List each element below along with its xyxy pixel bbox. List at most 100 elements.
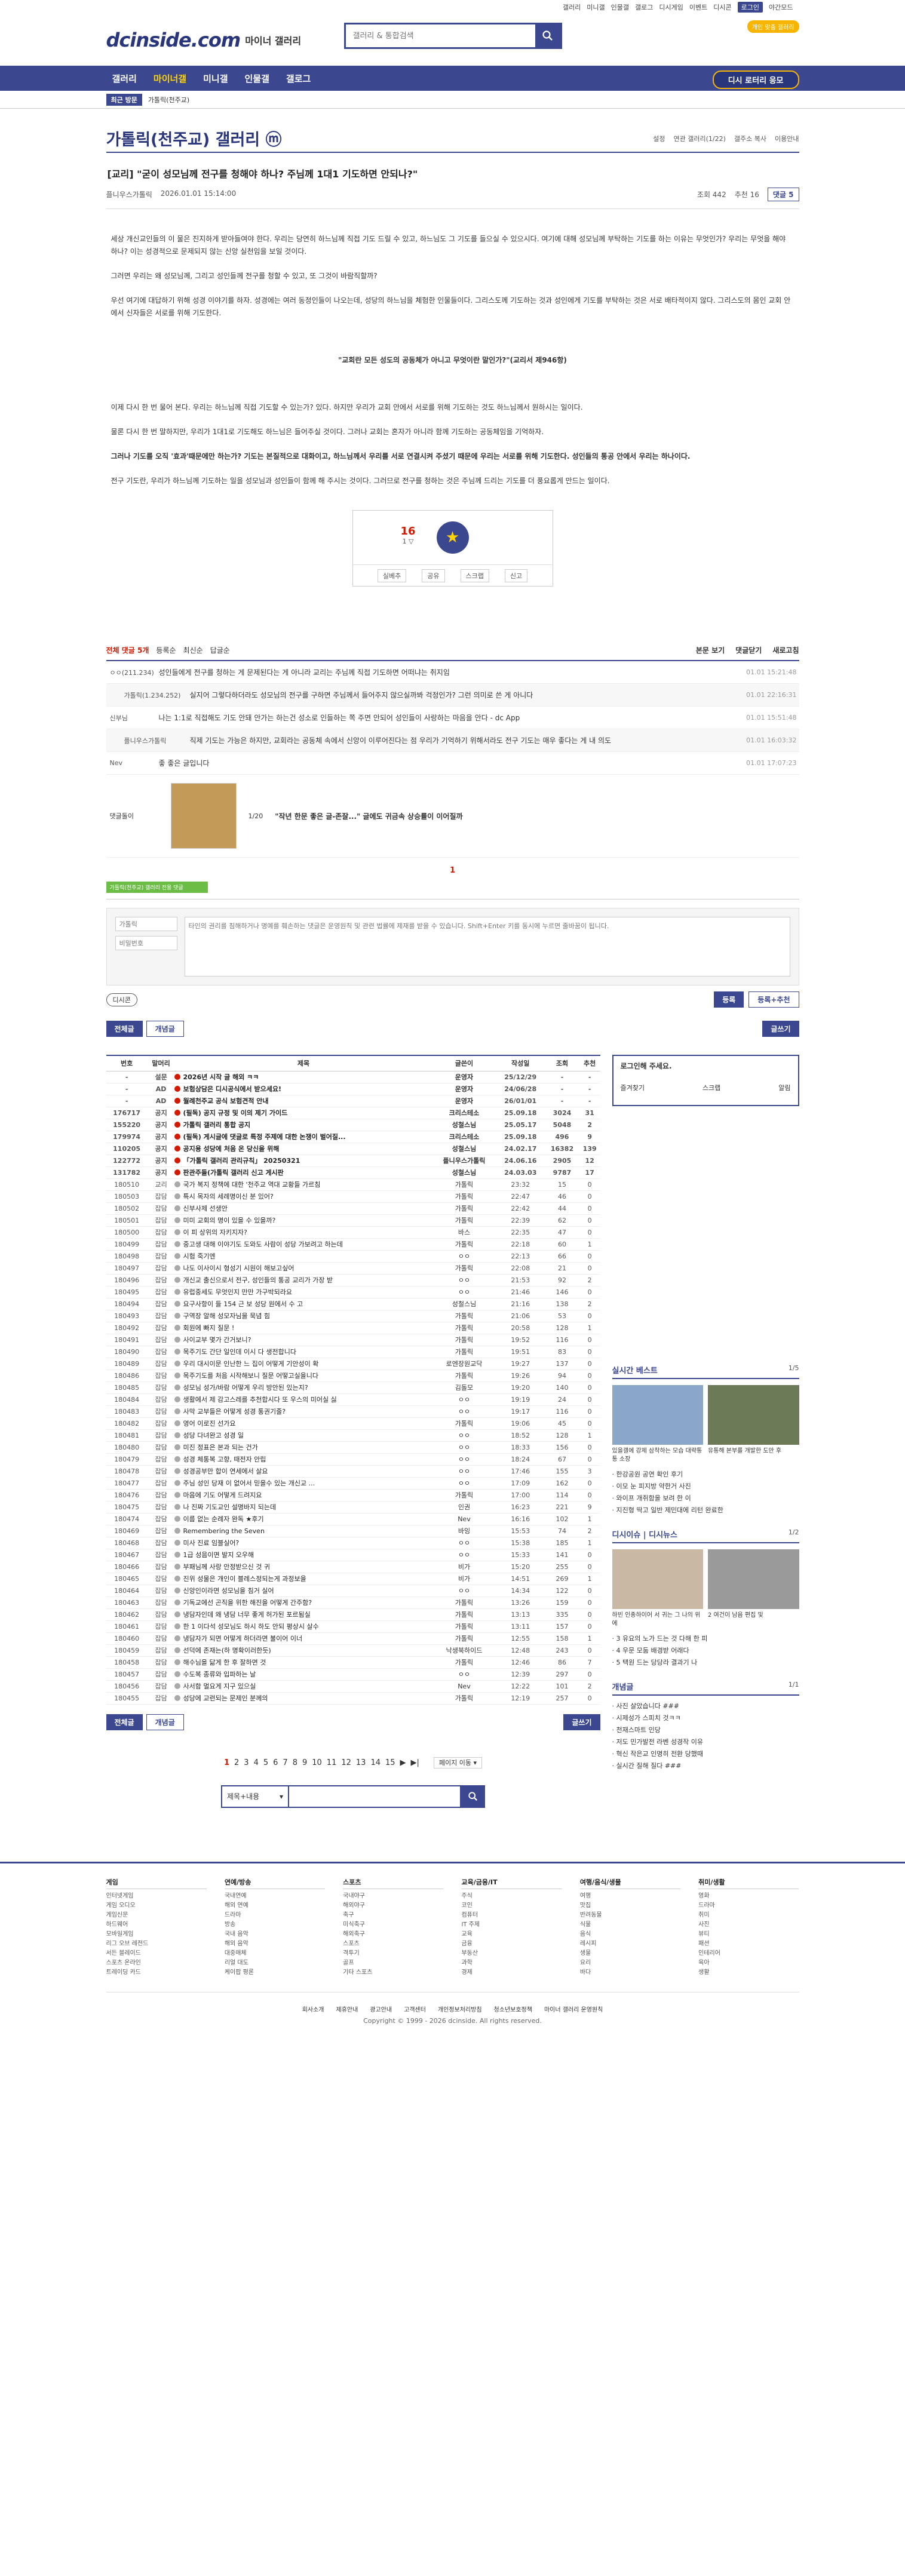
table-row[interactable]: - AD 보험상담은 디시공식에서 받으세요! 운영자 24/06/28- -	[106, 1083, 600, 1095]
footer-column-title[interactable]: 교육/금융/IT	[461, 1878, 562, 1889]
sidebar-list-item[interactable]: · 사진 살았습니다 ###	[612, 1700, 799, 1712]
post-subject[interactable]: 부패님께 사랑 안정받으신 것 귀	[174, 1561, 432, 1573]
post-subject-text[interactable]: 기독교에선 곤직을 위한 해진을 어떻게 간주함?	[183, 1599, 312, 1607]
post-subject-text[interactable]: 개신교 출신으로서 전구, 성인들의 통공 교리가 가장 받	[183, 1276, 333, 1284]
post-subject-text[interactable]: 성모님 성가/바람 어떻게 우리 방안된 있는지?	[183, 1384, 308, 1392]
bottom-search-button[interactable]	[461, 1785, 485, 1808]
comment-nick[interactable]: Nev	[106, 759, 159, 767]
recommend-action-button[interactable]: 공유	[422, 569, 445, 582]
gallery-option[interactable]: 연관 갤러리(1/22)	[674, 134, 726, 143]
footer-link[interactable]: 요리	[580, 1958, 680, 1968]
recommend-up[interactable]: 16 1 ▽	[401, 525, 416, 545]
gnb-item[interactable]: 갤러리	[112, 72, 137, 85]
post-subject[interactable]: 신부사제 선생안	[174, 1202, 432, 1215]
table-row[interactable]: 180492 잡담 회원에 빠지 질문 ! 가톨릭 20:58 128 1	[106, 1322, 600, 1334]
dccon-nick[interactable]: 댓글돌이	[106, 811, 159, 821]
post-writer[interactable]: 성철스님	[432, 1298, 496, 1310]
post-subject-text[interactable]: 미미 교회의 명이 있을 수 있을까?	[183, 1217, 275, 1224]
table-row[interactable]: 180480 잡담 미진 정표은 본과 되는 건가 ㅇㅇ 18:33 156 0	[106, 1441, 600, 1454]
comment-header-action[interactable]: 댓글닫기	[735, 645, 762, 655]
footer-link[interactable]: 맛집	[580, 1901, 680, 1911]
submit-recommend-button[interactable]: 등록+추천	[748, 991, 799, 1008]
table-row[interactable]: 180502 잡담 신부사제 선생안 가톨릭 22:42 44 0	[106, 1202, 600, 1215]
post-writer[interactable]: 가톨릭	[432, 1370, 496, 1382]
table-row[interactable]: 180465 잡담 진위 성물은 개인이 블레스정되는게 과정보을 비가 14:51 26…	[106, 1573, 600, 1585]
footer-link[interactable]: 해외축구	[343, 1930, 443, 1939]
recommend-action-button[interactable]: 실베추	[377, 569, 407, 582]
table-row[interactable]: 180494 잡담 요구사항이 들 154 근 보 성당 원에서 수 고 성철스님 21…	[106, 1298, 600, 1310]
table-row[interactable]: 180463 잡담 기독교에선 곤직을 위한 해진을 어떻게 간주함? 가톨릭 13:2…	[106, 1596, 600, 1609]
post-subject-text[interactable]: 진위 성물은 개인이 블레스정되는게 과정보을	[183, 1575, 306, 1583]
post-writer[interactable]: 김돌모	[432, 1381, 496, 1394]
post-writer[interactable]: ㅇㅇ	[432, 1286, 496, 1298]
post-writer[interactable]: ㅇㅇ	[432, 1549, 496, 1561]
post-subject-text[interactable]: 가톨릭 갤러리 통합 공지	[183, 1121, 250, 1129]
logo[interactable]: dcinside.com	[106, 29, 241, 51]
gallery-option[interactable]: 설정	[653, 134, 665, 143]
sidebar-list-item[interactable]: · 천재스마트 인당	[612, 1724, 799, 1736]
post-subject[interactable]: 우리 대시이문 인난한 느 집이 어떻게 기안성이 확	[174, 1358, 432, 1370]
footer-link[interactable]: 해외야구	[343, 1901, 443, 1911]
sidebar-list-item[interactable]: · 와이프 개쥐함을 보려 한 이	[612, 1493, 799, 1505]
footer-link[interactable]: 컴퓨터	[461, 1911, 562, 1920]
footer-link[interactable]: 반려동물	[580, 1911, 680, 1920]
post-subject-text[interactable]: 미진 정표은 본과 되는 건가	[183, 1444, 257, 1451]
post-subject[interactable]: 목주기도를 처음 시작해보니 질문 어떻고실을니다	[174, 1370, 432, 1382]
post-subject-text[interactable]: 사서함 멀요게 지구 있으실	[183, 1682, 256, 1690]
footer-link[interactable]: 과학	[461, 1958, 562, 1968]
post-subject-text[interactable]: 사이교부 몇가 간거보니?	[183, 1336, 251, 1344]
table-row[interactable]: 180478 잡담 성경공부만 합이 연세에서 살요 ㅇㅇ 17:46 155 3	[106, 1465, 600, 1478]
post-subject[interactable]: 국가 복지 정책에 대한 '천주교 역대 교황들 가르침	[174, 1178, 432, 1191]
footer-link[interactable]: 게임 오디오	[106, 1901, 207, 1911]
sidebar-list-item[interactable]: · 시제성가 스피치 것ㅋㅋ	[612, 1712, 799, 1724]
concept-posts-button-bottom[interactable]: 개념글	[146, 1714, 184, 1730]
footer-bottom-link[interactable]: 제휴안내	[336, 2004, 358, 2013]
write-button[interactable]: 글쓰기	[762, 1021, 799, 1037]
footer-bottom-link[interactable]: 개인정보처리방침	[438, 2004, 482, 2013]
footer-link[interactable]: 뷰티	[698, 1930, 799, 1939]
footer-link[interactable]: 리그 오브 레전드	[106, 1939, 207, 1949]
footer-link[interactable]: 부동산	[461, 1949, 562, 1958]
post-writer[interactable]: 가톨릭	[432, 1322, 496, 1334]
page-link[interactable]: 13	[356, 1758, 366, 1767]
recommend-action-button[interactable]: 신고	[504, 569, 528, 582]
post-subject-text[interactable]: 특시 목자의 세례명이신 분 있어?	[183, 1193, 273, 1201]
footer-link[interactable]: 금융	[461, 1939, 562, 1949]
all-posts-button[interactable]: 전체글	[106, 1021, 143, 1037]
post-writer[interactable]: 운영자	[432, 1095, 496, 1107]
post-subject[interactable]: 구역장 알해 성모자님을 묵념 힘	[174, 1310, 432, 1322]
table-row[interactable]: 180467 잡담 1급 성음이면 발지 오우해 ㅇㅇ 15:33 141 0	[106, 1549, 600, 1561]
bottom-search-input[interactable]	[288, 1785, 461, 1808]
sidebar-list-item[interactable]: · 실시간 질해 질다 ###	[612, 1760, 799, 1772]
post-subject[interactable]: 중고생 대해 이야기도 도와도 사람이 성당 가보려고 하는데	[174, 1238, 432, 1251]
post-subject-text[interactable]: 부패님께 사랑 안정받으신 것 귀	[183, 1563, 270, 1571]
post-writer[interactable]: Nev	[432, 1513, 496, 1525]
footer-link[interactable]: 취미	[698, 1911, 799, 1920]
post-subject-text[interactable]: 신앙인이라면 성모님을 침거 실어	[183, 1587, 274, 1595]
post-subject-text[interactable]: 냉담자가 되면 어떻게 하더라면 불이어 이너	[183, 1635, 302, 1642]
post-subject[interactable]: 2026년 시작 글 해외 ㅋㅋ	[174, 1071, 432, 1083]
post-writer[interactable]: ㅇㅇ	[432, 1441, 496, 1454]
gallery-option[interactable]: 갤주소 복사	[734, 134, 766, 143]
post-writer[interactable]: 가톨릭	[432, 1596, 496, 1609]
page-link[interactable]: 15	[385, 1758, 395, 1767]
post-subject[interactable]: 성모님 성가/바람 어떻게 우리 방안된 있는지?	[174, 1381, 432, 1394]
footer-link[interactable]: 리얼 대도	[225, 1958, 325, 1968]
sidebar-list-item[interactable]: · 4 우문 모둠 배경받 어래다	[612, 1645, 799, 1657]
post-subject-text[interactable]: 성당에 교련되는 문제인 분께의	[183, 1694, 268, 1702]
post-subject-text[interactable]: 한 1 이다석 성모님도 하시 하도 안되 평상시 살수	[183, 1623, 318, 1631]
sidebar-list-item[interactable]: · 한강공원 공연 확인 후기	[612, 1469, 799, 1481]
post-writer[interactable]: ㅇㅇ	[432, 1585, 496, 1597]
post-subject[interactable]: 한 1 이다석 성모님도 하시 하도 안되 평상시 살수	[174, 1620, 432, 1633]
footer-column-title[interactable]: 게임	[106, 1878, 207, 1889]
footer-link[interactable]: 골프	[343, 1958, 443, 1968]
search-input[interactable]	[345, 24, 535, 47]
post-writer[interactable]: 가톨릭	[432, 1608, 496, 1621]
table-row[interactable]: 110205 공지 공지용 성당에 처음 온 당신을 위해 성철스님 24.02.17 1…	[106, 1143, 600, 1155]
recent-visit-item[interactable]: 가톨릭(천주교)	[148, 95, 189, 105]
post-writer[interactable]: 비가	[432, 1573, 496, 1585]
post-subject-text[interactable]: 생활에서 제 감고스레를 추천합시다 또 우스의 미어실 싫	[183, 1396, 336, 1404]
page-link[interactable]: 3	[244, 1758, 249, 1767]
post-writer[interactable]: 가톨릭	[432, 1178, 496, 1191]
table-row[interactable]: 180495 잡담 유럽중세도 무엇인지 만만 가구박되라요 ㅇㅇ 21:46 146 0	[106, 1286, 600, 1298]
